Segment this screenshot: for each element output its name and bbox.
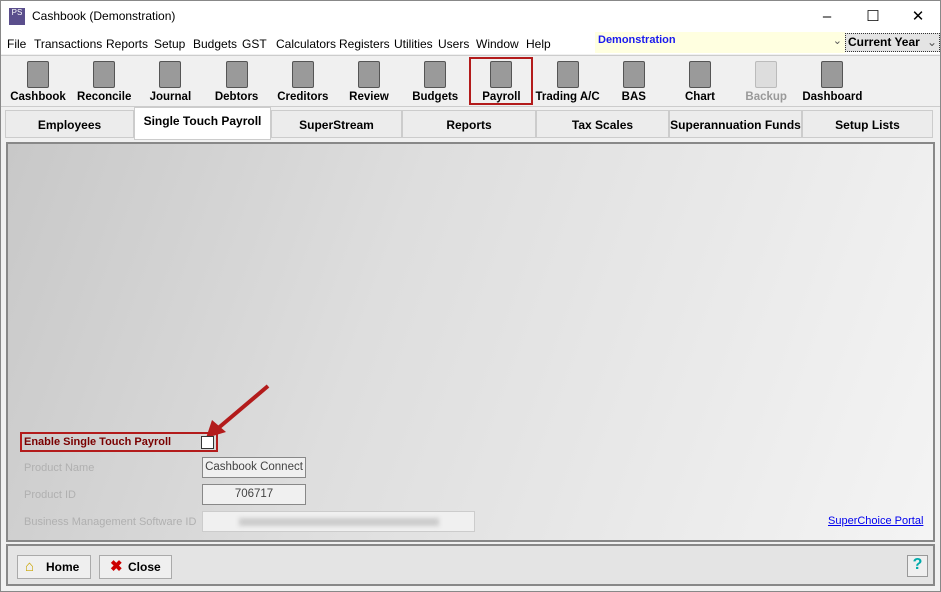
creditors-icon <box>291 61 314 88</box>
toolbar-chart-button[interactable]: Chart <box>667 56 733 106</box>
cashbook-icon <box>27 61 49 88</box>
tab-setup-lists[interactable]: Setup Lists <box>802 110 933 138</box>
menu-setup[interactable]: Setup <box>154 37 185 51</box>
year-value: Current Year <box>848 35 920 49</box>
minimize-button[interactable]: – <box>804 5 850 29</box>
tab-tax-scales[interactable]: Tax Scales <box>536 110 669 138</box>
close-button[interactable]: ✖ Close <box>99 555 172 579</box>
toolbar-label: Creditors <box>277 91 329 103</box>
menu-window[interactable]: Window <box>476 37 519 51</box>
debtors-icon <box>225 61 248 88</box>
toolbar-budgets-button[interactable]: Budgets <box>402 56 468 106</box>
menu-file[interactable]: File <box>7 37 26 51</box>
enable-stp-checkbox[interactable] <box>201 436 214 449</box>
menu-utilities[interactable]: Utilities <box>394 37 433 51</box>
toolbar-label: Budgets <box>412 91 459 103</box>
title-bar: PS Cashbook (Demonstration) – ☐ ✕ <box>1 1 940 32</box>
menu-budgets[interactable]: Budgets <box>193 37 237 51</box>
menu-gst[interactable]: GST <box>242 37 267 51</box>
close-icon: ✖ <box>110 558 123 575</box>
toolbar-label: Chart <box>684 91 716 103</box>
tab-bar: Employees Single Touch Payroll SuperStream… <box>5 107 933 140</box>
toolbar-reconcile-button[interactable]: Reconcile <box>71 56 137 106</box>
tab-superannuation-funds[interactable]: Superannuation Funds <box>669 110 802 138</box>
trading-icon <box>556 61 579 88</box>
product-id-field: 706717 <box>202 484 306 505</box>
payroll-highlight <box>469 57 533 105</box>
chevron-down-icon: ⌄ <box>832 35 842 47</box>
menu-calculators[interactable]: Calculators <box>276 37 336 51</box>
backup-icon <box>755 61 778 88</box>
home-icon: ⌂ <box>25 558 35 575</box>
chevron-down-icon: ⌄ <box>926 35 937 49</box>
maximize-button[interactable]: ☐ <box>850 5 896 29</box>
product-id-label: Product ID <box>24 489 76 501</box>
toolbar-label: Review <box>349 91 389 103</box>
app-window: PS Cashbook (Demonstration) – ☐ ✕ File Tr… <box>0 0 941 592</box>
toolbar-review-button[interactable]: Review <box>336 56 402 106</box>
bms-id-label: Business Management Software ID <box>24 516 197 528</box>
home-button[interactable]: ⌂ Home <box>17 555 91 579</box>
reconcile-icon <box>93 61 116 88</box>
enable-stp-label: Enable Single Touch Payroll <box>24 436 172 448</box>
tab-single-touch-payroll[interactable]: Single Touch Payroll <box>134 107 271 140</box>
toolbar-trading-a-c-button[interactable]: Trading A/C <box>535 56 601 106</box>
home-label: Home <box>46 560 80 574</box>
toolbar-label: Backup <box>745 91 787 103</box>
year-select[interactable]: Current Year ⌄ <box>845 33 940 52</box>
toolbar-label: Dashboard <box>802 91 863 103</box>
toolbar-backup-button[interactable]: Backup <box>733 56 799 106</box>
tab-reports[interactable]: Reports <box>402 110 536 138</box>
journal-icon <box>159 61 182 88</box>
toolbar-label: Debtors <box>214 91 259 103</box>
toolbar-label: BAS <box>621 91 646 103</box>
footer-bar: ⌂ Home ✖ Close ? <box>6 544 935 586</box>
product-name-field: Cashbook Connect <box>202 457 306 478</box>
tab-superstream[interactable]: SuperStream <box>271 110 402 138</box>
toolbar-label: Journal <box>149 91 192 103</box>
help-button[interactable]: ? <box>907 555 928 577</box>
toolbar-label: Trading A/C <box>535 91 600 103</box>
bas-icon <box>622 61 645 88</box>
superchoice-portal-link[interactable]: SuperChoice Portal <box>828 515 923 527</box>
toolbar-journal-button[interactable]: Journal <box>137 56 203 106</box>
close-label: Close <box>128 560 161 574</box>
toolbar-debtors-button[interactable]: Debtors <box>204 56 270 106</box>
toolbar-label: Cashbook <box>10 91 66 103</box>
budgets-icon <box>424 61 447 88</box>
toolbar-creditors-button[interactable]: Creditors <box>270 56 336 106</box>
toolbar-label: Reconcile <box>77 91 132 103</box>
tab-employees[interactable]: Employees <box>5 110 134 138</box>
close-window-button[interactable]: ✕ <box>895 5 941 29</box>
window-title: Cashbook (Demonstration) <box>32 9 176 23</box>
product-name-label: Product Name <box>24 462 95 474</box>
toolbar-bas-button[interactable]: BAS <box>601 56 667 106</box>
review-icon <box>358 61 380 88</box>
app-logo: PS <box>9 8 25 25</box>
toolbar-cashbook-button[interactable]: Cashbook <box>5 56 71 106</box>
chart-icon <box>689 61 711 88</box>
stp-panel: Enable Single Touch Payroll Product Name… <box>6 142 935 542</box>
company-value: Demonstration <box>598 34 676 46</box>
bms-id-field <box>202 511 475 532</box>
menu-registers[interactable]: Registers <box>339 37 390 51</box>
menu-reports[interactable]: Reports <box>106 37 148 51</box>
toolbar-dashboard-button[interactable]: Dashboard <box>799 56 865 106</box>
menu-users[interactable]: Users <box>438 37 469 51</box>
menu-transactions[interactable]: Transactions <box>34 37 102 51</box>
dashboard-icon <box>821 61 844 88</box>
menu-help[interactable]: Help <box>526 37 551 51</box>
company-select[interactable]: Demonstration ⌄ <box>595 32 845 53</box>
